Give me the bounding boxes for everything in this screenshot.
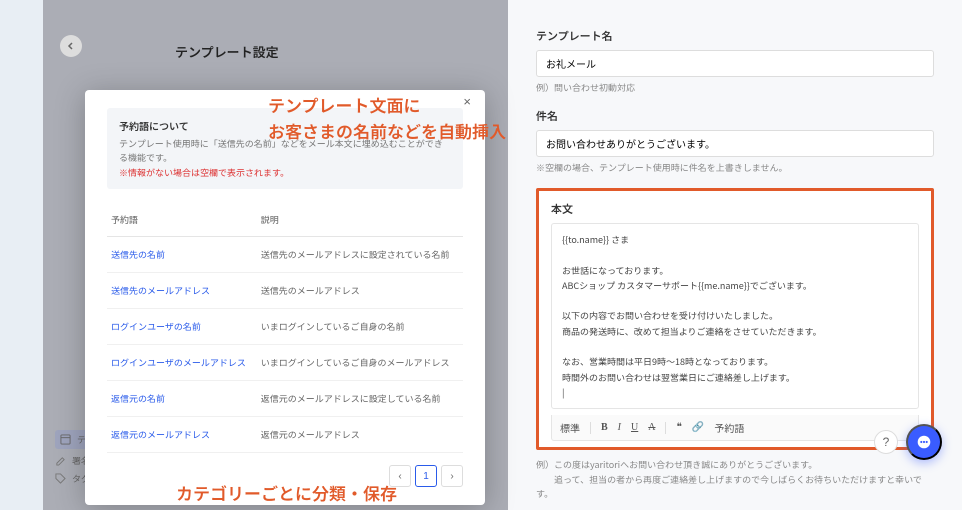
body-example: 例）この度はyaritoriへお問い合わせ頂き誠にありがとうございます。 追って… <box>536 458 934 501</box>
pager-current[interactable]: 1 <box>415 465 437 487</box>
token-desc: 送信先のメールアドレス <box>257 273 463 309</box>
annotation-bottom: カテゴリーごとに分類・保存 <box>176 480 397 505</box>
help-button[interactable]: ? <box>874 430 898 454</box>
col-desc: 説明 <box>257 203 463 237</box>
body-label: 本文 <box>551 201 919 217</box>
token-desc: いまログインしているご自身のメールアドレス <box>257 345 463 381</box>
separator <box>665 422 666 434</box>
chat-icon <box>915 433 933 451</box>
token-key[interactable]: 返信元の名前 <box>107 381 257 417</box>
table-row: 送信先の名前送信先のメールアドレスに設定されている名前 <box>107 237 463 273</box>
name-label: テンプレート名 <box>536 28 934 44</box>
template-icon <box>60 434 71 445</box>
table-row: 返信元のメールアドレス返信元のメールアドレス <box>107 417 463 453</box>
quote-button[interactable]: ❝ <box>676 422 681 433</box>
signature-icon <box>55 455 66 466</box>
italic-button[interactable]: I <box>618 422 621 433</box>
right-panel: テンプレート名 例）問い合わせ初動対応 件名 ※空欄の場合、テンプレート使用時に… <box>508 0 962 510</box>
subject-note: ※空欄の場合、テンプレート使用時に件名を上書きしません。 <box>536 161 934 174</box>
bold-button[interactable]: B <box>601 422 608 433</box>
section-name: テンプレート名 例）問い合わせ初動対応 <box>536 28 934 94</box>
token-key[interactable]: 送信先の名前 <box>107 237 257 273</box>
section-subject: 件名 ※空欄の場合、テンプレート使用時に件名を上書きしません。 <box>536 108 934 174</box>
annotation-top: テンプレート文面に お客さまの名前などを自動挿入 <box>268 92 506 145</box>
body-editor[interactable]: {{to.name}} さま お世話になっております。 ABCショップ カスタマ… <box>551 223 919 409</box>
chat-button[interactable] <box>906 424 942 460</box>
table-row: ログインユーザの名前いまログインしているご自身の名前 <box>107 309 463 345</box>
style-select[interactable]: 標準 <box>560 420 580 435</box>
table-row: 送信先のメールアドレス送信先のメールアドレス <box>107 273 463 309</box>
token-key[interactable]: ログインユーザのメールアドレス <box>107 345 257 381</box>
body-box: 本文 {{to.name}} さま お世話になっております。 ABCショップ カ… <box>536 188 934 450</box>
page-title: テンプレート設定 <box>175 42 279 61</box>
underline-button[interactable]: U <box>631 422 638 433</box>
token-button[interactable]: 予約語 <box>714 420 744 435</box>
token-key[interactable]: 送信先のメールアドレス <box>107 273 257 309</box>
token-desc: 返信元のメールアドレス <box>257 417 463 453</box>
subject-label: 件名 <box>536 108 934 124</box>
separator <box>590 422 591 434</box>
name-hint: 例）問い合わせ初動対応 <box>536 81 934 94</box>
pager-next[interactable]: › <box>441 465 463 487</box>
tag-icon <box>55 473 66 484</box>
name-input[interactable] <box>536 50 934 77</box>
back-button[interactable] <box>60 35 82 57</box>
token-key[interactable]: ログインユーザの名前 <box>107 309 257 345</box>
token-modal: × 予約語について テンプレート使用時に「送信先の名前」などをメール本文に埋め込… <box>85 90 485 505</box>
subject-input[interactable] <box>536 130 934 157</box>
token-desc: いまログインしているご自身の名前 <box>257 309 463 345</box>
chevron-left-icon <box>66 41 76 51</box>
info-note: ※情報がない場合は空欄で表示されます。 <box>119 166 451 179</box>
token-table: 予約語 説明 送信先の名前送信先のメールアドレスに設定されている名前 送信先のメ… <box>107 203 463 453</box>
strike-button[interactable]: A <box>648 422 655 433</box>
link-button[interactable]: 🔗 <box>692 422 704 433</box>
floating-actions: ? <box>874 424 942 460</box>
token-desc: 返信元のメールアドレスに設定している名前 <box>257 381 463 417</box>
table-row: ログインユーザのメールアドレスいまログインしているご自身のメールアドレス <box>107 345 463 381</box>
table-row: 返信元の名前返信元のメールアドレスに設定している名前 <box>107 381 463 417</box>
col-token: 予約語 <box>107 203 257 237</box>
token-desc: 送信先のメールアドレスに設定されている名前 <box>257 237 463 273</box>
token-key[interactable]: 返信元のメールアドレス <box>107 417 257 453</box>
editor-toolbar: 標準 B I U A ❝ 🔗 予約語 <box>551 415 919 441</box>
